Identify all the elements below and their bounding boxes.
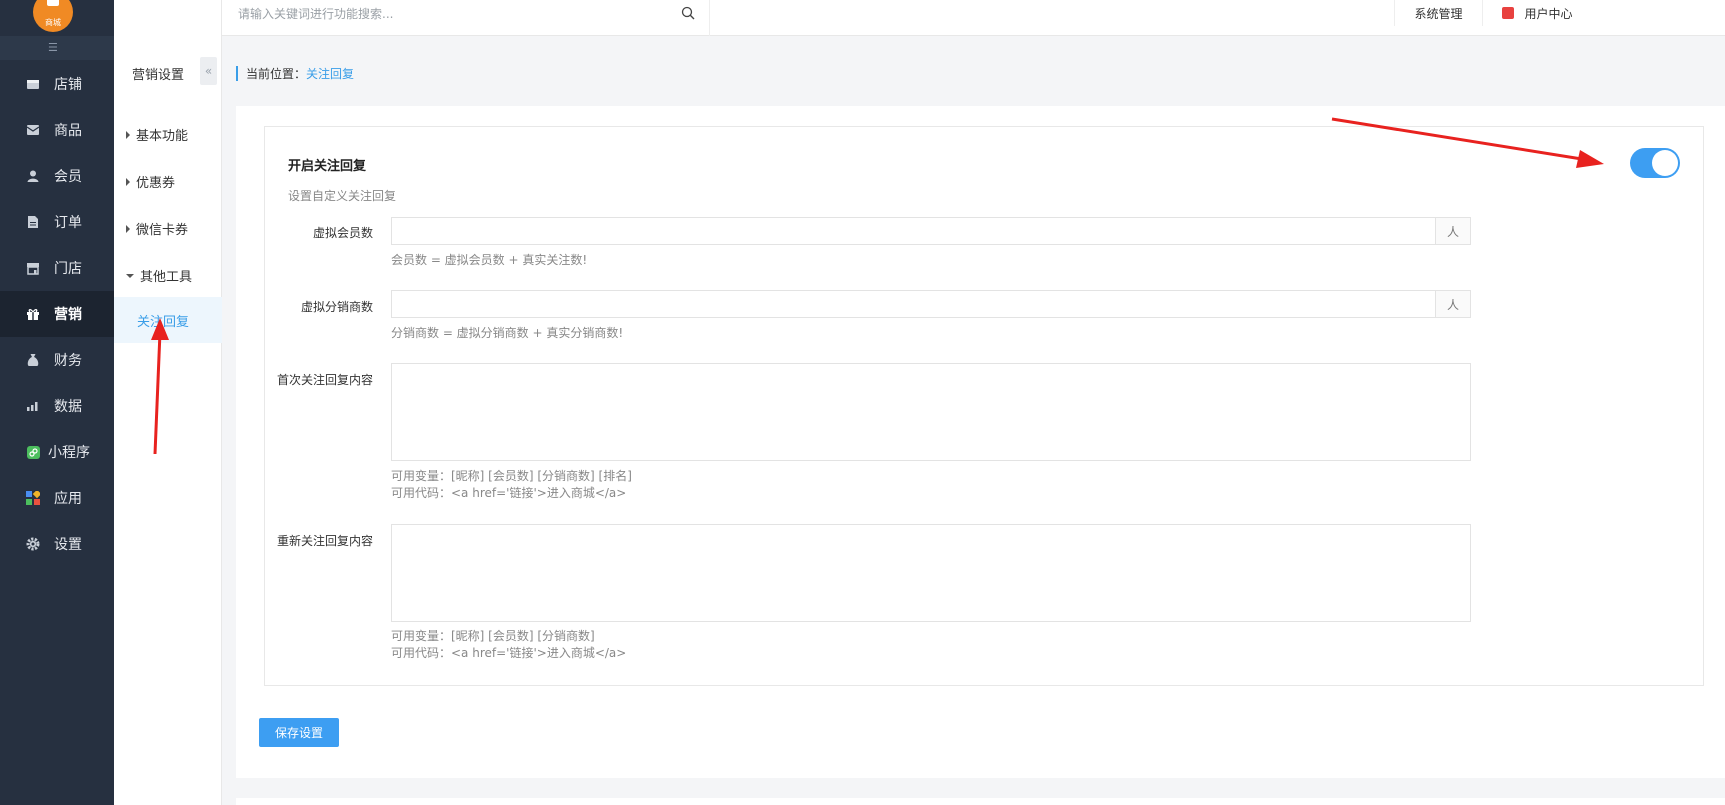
sub-nav-item-wechat-card[interactable]: 微信卡券	[126, 219, 188, 238]
nav-item-label: 小程序	[48, 445, 90, 461]
nav-collapse-toggle[interactable]: ☰	[0, 36, 114, 60]
enable-follow-reply-toggle[interactable]	[1630, 148, 1680, 178]
nav-item-finance[interactable]: 财务	[0, 337, 114, 383]
form-subtitle: 设置自定义关注回复	[288, 189, 397, 203]
breadcrumb-prefix: 当前位置：	[246, 67, 307, 81]
nav-item-data[interactable]: 数据	[0, 383, 114, 429]
nav-item-label: 商品	[54, 123, 82, 139]
nav-item-label: 设置	[54, 537, 82, 553]
nav-item-store[interactable]: 店铺	[0, 61, 114, 107]
virtual-members-field: 人	[391, 217, 1471, 245]
logo-text: 商城	[45, 18, 61, 27]
caret-right-icon	[126, 130, 130, 139]
nav-item-label: 店铺	[54, 77, 82, 93]
nav-item-miniprogram[interactable]: 小程序	[0, 429, 114, 475]
gear-icon	[26, 537, 40, 551]
shopping-bag-icon	[1502, 7, 1515, 19]
virtual-distributors-input[interactable]	[392, 291, 1422, 317]
sub-nav-item-label: 优惠券	[136, 176, 176, 191]
caret-right-icon	[126, 224, 130, 233]
nav-item-label: 数据	[54, 399, 82, 415]
nav-item-apps[interactable]: 应用	[0, 475, 114, 521]
breadcrumb: 当前位置： 关注回复	[236, 66, 354, 81]
order-icon	[26, 215, 40, 229]
virtual-members-help: 会员数 = 虚拟会员数 + 真实关注数!	[391, 253, 588, 267]
search-icon[interactable]	[681, 6, 695, 24]
sub-nav-item-coupon[interactable]: 优惠券	[126, 172, 175, 191]
nav-item-label: 门店	[54, 261, 82, 277]
virtual-distributors-label: 虚拟分销商数	[300, 300, 373, 314]
caret-down-icon	[126, 273, 134, 278]
re-reply-label: 重新关注回复内容	[276, 534, 373, 548]
caret-right-icon	[126, 177, 130, 186]
sub-nav-item-follow-reply[interactable]: 关注回复	[114, 297, 222, 343]
user-center-link[interactable]: 用户中心	[1482, 0, 1592, 26]
chart-icon	[26, 399, 40, 413]
double-chevron-left-icon: «	[204, 64, 213, 78]
re-reply-textarea[interactable]	[391, 524, 1471, 622]
virtual-members-label: 虚拟会员数	[312, 226, 373, 240]
virtual-distributors-help: 分销商数 = 虚拟分销商数 + 真实分销商数!	[391, 326, 624, 340]
sub-nav-collapse-button[interactable]: «	[200, 57, 217, 85]
system-management-link[interactable]: 系统管理	[1394, 0, 1482, 26]
virtual-members-input[interactable]	[392, 218, 1422, 244]
user-center-label: 用户中心	[1524, 6, 1573, 21]
first-reply-label: 首次关注回复内容	[276, 373, 373, 387]
main-panel-lower	[236, 798, 1725, 805]
nav-item-label: 应用	[54, 491, 82, 507]
sub-nav-active-label: 关注回复	[137, 314, 190, 330]
gift-icon	[26, 307, 40, 321]
nav-item-order[interactable]: 订单	[0, 199, 114, 245]
nav-item-settings[interactable]: 设置	[0, 521, 114, 567]
nav-item-label: 营销	[54, 307, 82, 323]
first-reply-variables-help: 可用变量：[昵称] [会员数] [分销商数] [排名]	[391, 469, 632, 483]
system-management-label: 系统管理	[1414, 6, 1463, 21]
member-icon	[26, 169, 40, 183]
sub-nav-item-label: 其他工具	[140, 270, 193, 285]
first-reply-code-help: 可用代码：<a href='链接'>进入商城</a>	[391, 486, 627, 500]
sub-nav-item-label: 基本功能	[136, 129, 189, 144]
sub-nav-item-basic[interactable]: 基本功能	[126, 125, 188, 144]
save-settings-button[interactable]: 保存设置	[259, 718, 339, 747]
virtual-distributors-field: 人	[391, 290, 1471, 318]
shop-icon	[26, 261, 40, 275]
sub-nav-item-label: 微信卡券	[136, 223, 189, 238]
form-title: 开启关注回复	[288, 159, 367, 174]
nav-item-label: 会员	[54, 169, 82, 185]
logo[interactable]: 商城	[33, 0, 73, 32]
nav-item-label: 订单	[54, 215, 82, 231]
toggle-knob	[1652, 150, 1678, 176]
store-icon	[26, 77, 40, 91]
breadcrumb-current[interactable]: 关注回复	[306, 65, 354, 82]
sub-nav-item-other-tools[interactable]: 其他工具	[126, 266, 192, 285]
re-reply-variables-help: 可用变量：[昵称] [会员数] [分销商数]	[391, 629, 595, 643]
nav-item-shop[interactable]: 门店	[0, 245, 114, 291]
nav-item-marketing[interactable]: 营销	[0, 291, 114, 337]
collapse-menu-icon: ☰	[48, 41, 58, 54]
nav-item-label: 财务	[54, 353, 82, 369]
function-search	[222, 0, 710, 36]
first-reply-textarea[interactable]	[391, 363, 1471, 461]
left-nav: 商城 ☰ 店铺 商品 会员 订单 门店 营销 财务 数据 小程序 应用 设置	[0, 0, 114, 805]
sub-nav: 营销设置 基本功能 优惠券 微信卡券 其他工具 关注回复	[114, 0, 222, 805]
unit-addon: 人	[1435, 218, 1470, 244]
miniprogram-icon	[26, 445, 40, 459]
search-input[interactable]	[238, 4, 668, 24]
re-reply-code-help: 可用代码：<a href='链接'>进入商城</a>	[391, 646, 627, 660]
home-logo-icon	[47, 0, 59, 6]
unit-addon: 人	[1435, 291, 1470, 317]
apps-icon	[26, 491, 40, 505]
goods-icon	[26, 123, 40, 137]
sub-nav-title: 营销设置	[132, 68, 185, 83]
nav-item-goods[interactable]: 商品	[0, 107, 114, 153]
nav-item-member[interactable]: 会员	[0, 153, 114, 199]
money-bag-icon	[26, 353, 40, 367]
